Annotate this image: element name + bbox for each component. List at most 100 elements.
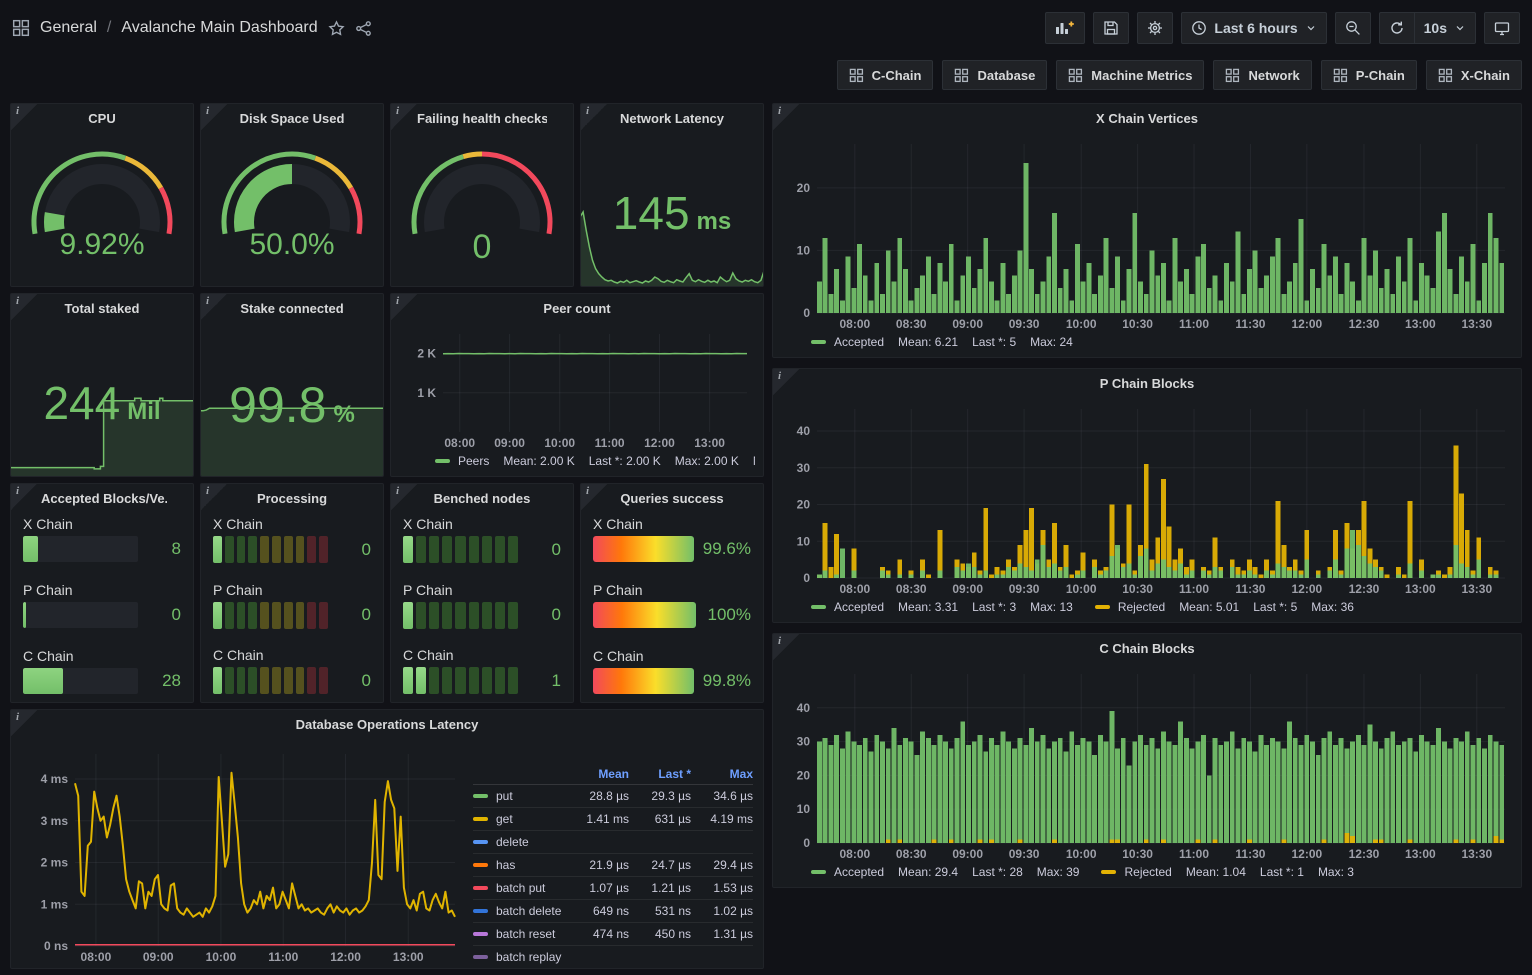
legend-series-name[interactable]: batch replay bbox=[473, 950, 567, 964]
legend-label: Rejected bbox=[1118, 600, 1165, 614]
panel-title[interactable]: Queries success bbox=[607, 484, 737, 514]
gauge-row-x-chain: X Chain8 bbox=[23, 516, 181, 562]
panel-title[interactable]: Benched nodes bbox=[417, 484, 547, 514]
panel-info-icon[interactable]: i bbox=[581, 484, 607, 510]
panel-info-icon[interactable]: i bbox=[201, 104, 227, 130]
svg-text:09:30: 09:30 bbox=[1009, 582, 1040, 596]
legend-table-header-cell[interactable]: Mean bbox=[567, 767, 629, 781]
dashboard-link-network[interactable]: Network bbox=[1213, 60, 1311, 90]
dashboard-grid-icon bbox=[1438, 68, 1453, 83]
panel-info-icon[interactable]: i bbox=[11, 710, 37, 736]
legend-series-name[interactable]: batch delete bbox=[473, 904, 567, 918]
svg-text:08:00: 08:00 bbox=[839, 847, 870, 861]
legend-series-name[interactable]: batch reset bbox=[473, 927, 567, 941]
dashboard-link-c-chain[interactable]: C-Chain bbox=[837, 60, 934, 90]
legend-stat-value: 649 ns bbox=[567, 904, 629, 918]
panel-network-latency: i Network Latency 145ms bbox=[580, 103, 764, 287]
panel-title[interactable]: Processing bbox=[227, 484, 357, 514]
tv-mode-button[interactable] bbox=[1484, 12, 1520, 44]
panel-title[interactable]: Disk Space Used bbox=[227, 104, 357, 134]
panel-title[interactable]: Stake connected bbox=[227, 294, 357, 324]
share-button[interactable] bbox=[355, 20, 372, 37]
p-chain-blocks-chart[interactable]: 08:0008:3009:0009:3010:0010:3011:0011:30… bbox=[781, 399, 1513, 596]
dashboard-link-database[interactable]: Database bbox=[942, 60, 1047, 90]
panel-title[interactable]: Accepted Blocks/Ve... bbox=[37, 484, 167, 514]
svg-text:1 K: 1 K bbox=[417, 386, 436, 400]
legend-swatch bbox=[473, 932, 488, 936]
page-title[interactable]: Avalanche Main Dashboard bbox=[121, 19, 317, 37]
save-dashboard-button[interactable] bbox=[1093, 12, 1129, 44]
legend-series-name[interactable]: put bbox=[473, 789, 567, 803]
gauge-row-p-chain: P Chain0 bbox=[403, 582, 561, 629]
panel-title[interactable]: Peer count bbox=[417, 294, 737, 324]
breadcrumb-section[interactable]: General bbox=[40, 19, 97, 37]
legend-item-rejected[interactable]: RejectedMean: 1.04Last *: 1Max: 3 bbox=[1101, 865, 1353, 879]
panel-info-icon[interactable]: i bbox=[11, 104, 37, 130]
gauge-row-value: 1 bbox=[527, 671, 561, 691]
lcd-segment bbox=[508, 536, 518, 563]
panel-info-icon[interactable]: i bbox=[391, 294, 417, 320]
x-chain-vertices-chart[interactable]: 08:0008:3009:0009:3010:0010:3011:0011:30… bbox=[781, 134, 1513, 331]
panel-title[interactable]: C Chain Blocks bbox=[799, 634, 1495, 664]
panel-info-icon[interactable]: i bbox=[391, 104, 417, 130]
panel-db-latency: i Database Operations Latency 08:0009:00… bbox=[10, 709, 764, 969]
lcd-segment bbox=[416, 536, 426, 563]
db-latency-chart[interactable]: 08:0009:0010:0011:0012:0013:000 ns1 ms2 … bbox=[21, 744, 463, 964]
add-panel-button[interactable] bbox=[1045, 12, 1085, 44]
panel-title[interactable]: Database Operations Latency bbox=[37, 710, 737, 740]
panel-info-icon[interactable]: i bbox=[773, 369, 799, 395]
lcd-segment bbox=[272, 667, 281, 694]
lcd-segment bbox=[403, 536, 413, 563]
legend-item-peers[interactable]: PeersMean: 2.00 KLast *: 2.00 KMax: 2.00… bbox=[435, 454, 755, 468]
star-button[interactable] bbox=[328, 20, 345, 37]
legend-stat-value: 1.53 µs bbox=[691, 881, 753, 895]
gauge-row-value: 99.6% bbox=[703, 539, 751, 559]
dashboard-settings-button[interactable] bbox=[1137, 12, 1173, 44]
panel-info-icon[interactable]: i bbox=[581, 104, 607, 130]
svg-text:08:00: 08:00 bbox=[839, 582, 870, 596]
peer-count-chart[interactable]: 08:0009:0010:0011:0012:0013:001 K2 K bbox=[399, 324, 755, 450]
panel-title[interactable]: X Chain Vertices bbox=[799, 104, 1495, 134]
legend-table-header-cell[interactable]: Max bbox=[691, 767, 753, 781]
legend-series-name[interactable]: batch put bbox=[473, 881, 567, 895]
dashboard-link-machine-metrics[interactable]: Machine Metrics bbox=[1056, 60, 1204, 90]
legend-item-accepted[interactable]: AcceptedMean: 6.21Last *: 5Max: 24 bbox=[811, 335, 1073, 349]
svg-text:1 ms: 1 ms bbox=[41, 897, 69, 911]
gauge-row-value: 0 bbox=[337, 605, 371, 625]
legend-stat-value: 29.4 µs bbox=[691, 858, 753, 872]
lcd-segment bbox=[284, 602, 293, 629]
legend-series-name[interactable]: get bbox=[473, 812, 567, 826]
legend-table-header-cell[interactable]: Last * bbox=[629, 767, 691, 781]
legend-series-name[interactable]: delete bbox=[473, 835, 567, 849]
svg-text:12:30: 12:30 bbox=[1349, 582, 1380, 596]
c-chain-blocks-chart[interactable]: 08:0008:3009:0009:3010:0010:3011:0011:30… bbox=[781, 664, 1513, 861]
panel-title[interactable]: P Chain Blocks bbox=[799, 369, 1495, 399]
panel-info-icon[interactable]: i bbox=[201, 484, 227, 510]
legend-swatch bbox=[811, 870, 826, 874]
legend-item-accepted[interactable]: AcceptedMean: 29.4Last *: 28Max: 39 bbox=[811, 865, 1079, 879]
panel-title[interactable]: CPU bbox=[37, 104, 167, 134]
panel-title[interactable]: Failing health checks bbox=[417, 104, 547, 134]
panel-info-icon[interactable]: i bbox=[391, 484, 417, 510]
time-range-picker[interactable]: Last 6 hours bbox=[1181, 12, 1326, 44]
svg-text:08:00: 08:00 bbox=[81, 950, 112, 964]
panel-title[interactable]: Total staked bbox=[37, 294, 167, 324]
dashboard-link-x-chain[interactable]: X-Chain bbox=[1426, 60, 1522, 90]
panel-info-icon[interactable]: i bbox=[773, 104, 799, 130]
panel-info-icon[interactable]: i bbox=[11, 294, 37, 320]
panel-title[interactable]: Network Latency bbox=[607, 104, 737, 134]
refresh-button[interactable] bbox=[1379, 12, 1414, 44]
dashboard-link-p-chain[interactable]: P-Chain bbox=[1321, 60, 1417, 90]
refresh-interval-dropdown[interactable]: 10s bbox=[1414, 12, 1476, 44]
legend-item-accepted[interactable]: AcceptedMean: 3.31Last *: 3Max: 13 bbox=[811, 600, 1073, 614]
panel-info-icon[interactable]: i bbox=[201, 294, 227, 320]
dashboard-link-label: Database bbox=[977, 68, 1035, 83]
legend-item-rejected[interactable]: RejectedMean: 5.01Last *: 5Max: 36 bbox=[1095, 600, 1354, 614]
legend-series-name[interactable]: has bbox=[473, 858, 567, 872]
lcd-segment bbox=[403, 602, 413, 629]
gauge-row-value: 8 bbox=[147, 539, 181, 559]
panel-info-icon[interactable]: i bbox=[773, 634, 799, 660]
zoom-out-button[interactable] bbox=[1335, 12, 1371, 44]
panel-stake-connected: i Stake connected 99.8% bbox=[200, 293, 384, 477]
panel-info-icon[interactable]: i bbox=[11, 484, 37, 510]
